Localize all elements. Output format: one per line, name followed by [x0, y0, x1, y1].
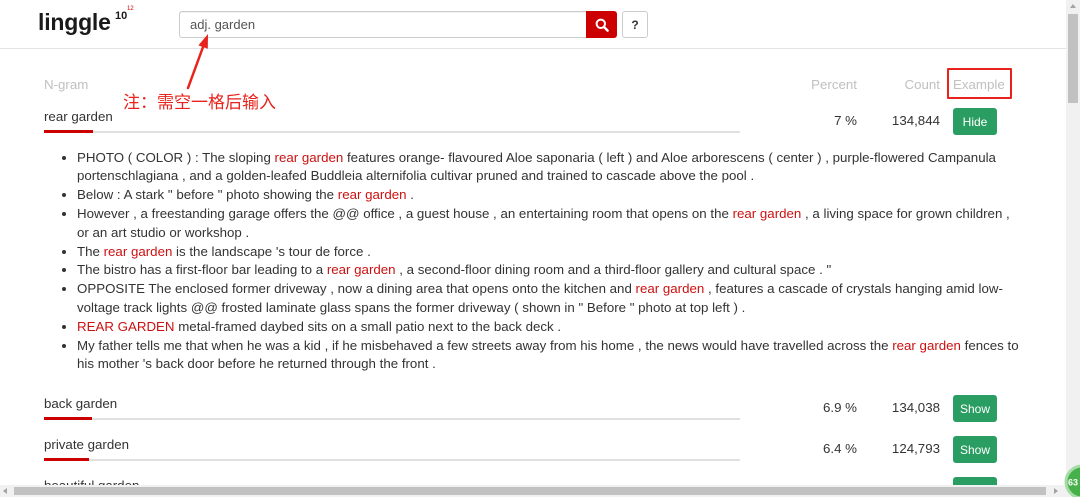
ngram-row: private garden 6.4 % 124,793 Show — [0, 433, 1066, 474]
vertical-scrollbar[interactable] — [1066, 0, 1080, 485]
horizontal-scroll-thumb[interactable] — [14, 487, 1046, 495]
vertical-scroll-thumb[interactable] — [1068, 14, 1078, 103]
search-button[interactable] — [586, 11, 617, 38]
example-text: PHOTO ( COLOR ) : The sloping — [77, 149, 275, 165]
example-text: However , a freestanding garage offers t… — [77, 205, 733, 221]
frequency-bar — [44, 130, 740, 133]
results-panel: N-gram Percent Count Example rear garden… — [0, 49, 1066, 497]
column-count: Count — [904, 77, 940, 92]
results-header: N-gram Percent Count Example — [0, 75, 1066, 95]
matched-ngram: rear garden — [892, 337, 961, 353]
matched-ngram: rear garden — [326, 262, 396, 278]
matched-ngram: rear garden — [337, 187, 407, 203]
count-value: 134,038 — [891, 400, 940, 415]
annotation-arrow — [186, 34, 208, 90]
example-sentence: REAR GARDEN metal-framed daybed sits on … — [77, 318, 1022, 337]
example-sentence: My father tells me that when he was a ki… — [77, 337, 1022, 375]
example-sentence: The bistro has a first-floor bar leading… — [77, 261, 1022, 280]
count-value: 124,793 — [891, 441, 940, 456]
example-sentence: However , a freestanding garage offers t… — [77, 205, 1022, 243]
scroll-left-arrow-icon[interactable] — [3, 488, 7, 494]
count-value: 134,844 — [891, 113, 940, 128]
search-input[interactable] — [179, 11, 586, 38]
matched-ngram: rear garden — [732, 205, 802, 221]
annotation-highlight-box — [947, 68, 1012, 99]
frequency-bar — [44, 417, 740, 420]
scroll-right-arrow-icon[interactable] — [1054, 488, 1058, 494]
linggle-logo[interactable]: linggle 10 12 — [38, 6, 138, 40]
logo-wordmark: linggle — [38, 9, 111, 35]
example-sentence: PHOTO ( COLOR ) : The sloping rear garde… — [77, 149, 1022, 187]
hide-examples-button[interactable]: Hide — [953, 108, 997, 135]
show-examples-button[interactable]: Show — [953, 395, 997, 422]
example-text: The — [77, 243, 104, 259]
example-text: The bistro has a first-floor bar leading… — [77, 262, 327, 278]
matched-ngram: rear garden — [274, 149, 344, 165]
example-sentence: OPPOSITE The enclosed former driveway , … — [77, 280, 1022, 318]
percent-value: 6.4 % — [822, 441, 857, 456]
search-icon — [595, 18, 609, 32]
show-examples-button[interactable]: Show — [953, 436, 997, 463]
column-percent: Percent — [811, 77, 857, 92]
ngram-text: rear garden — [44, 109, 113, 124]
ngram-text: private garden — [44, 437, 130, 452]
matched-ngram: rear garden — [635, 281, 705, 297]
matched-ngram: REAR GARDEN — [77, 318, 175, 334]
logo-mark: 12 — [127, 6, 134, 12]
top-bar: linggle 10 12 ? — [0, 0, 1066, 49]
frequency-bar-fill — [44, 417, 93, 420]
example-text: is the landscape 's tour de force . — [172, 243, 371, 259]
frequency-bar-fill — [44, 130, 93, 133]
percent-value: 7 % — [834, 113, 857, 128]
floating-badge[interactable]: 63 — [1060, 461, 1080, 497]
help-button[interactable]: ? — [622, 11, 648, 38]
ngram-text: back garden — [44, 396, 118, 411]
example-text: , a second-floor dining room and a third… — [395, 262, 832, 278]
example-text: OPPOSITE The enclosed former driveway , … — [77, 281, 636, 297]
column-ngram: N-gram — [44, 77, 89, 92]
matched-ngram: rear garden — [103, 243, 173, 259]
frequency-bar — [44, 458, 740, 461]
frequency-bar-fill — [44, 458, 89, 461]
floating-badge-text: 63 — [1068, 478, 1078, 488]
scroll-up-arrow-icon[interactable] — [1070, 4, 1076, 8]
example-list: PHOTO ( COLOR ) : The sloping rear garde… — [57, 149, 1022, 375]
example-text: . — [406, 187, 414, 203]
example-sentence: The rear garden is the landscape 's tour… — [77, 243, 1022, 262]
results-list: rear garden 7 % 134,844 Hide PHOTO ( COLOR )… — [0, 95, 1066, 497]
example-sentence: Below : A stark " before " photo showing… — [77, 186, 1022, 205]
percent-value: 6.9 % — [822, 400, 857, 415]
ngram-row: back garden 6.9 % 134,038 Show — [0, 392, 1066, 433]
logo-version: 10 — [115, 10, 128, 22]
horizontal-scrollbar[interactable] — [0, 485, 1066, 497]
example-list-container: PHOTO ( COLOR ) : The sloping rear garde… — [0, 146, 1066, 392]
example-text: Below : A stark " before " photo showing… — [77, 187, 338, 203]
annotation-note: 注：需空一格后输入 — [123, 93, 276, 112]
example-text: My father tells me that when he was a ki… — [77, 337, 893, 353]
example-text: metal-framed daybed sits on a small pati… — [174, 318, 562, 334]
